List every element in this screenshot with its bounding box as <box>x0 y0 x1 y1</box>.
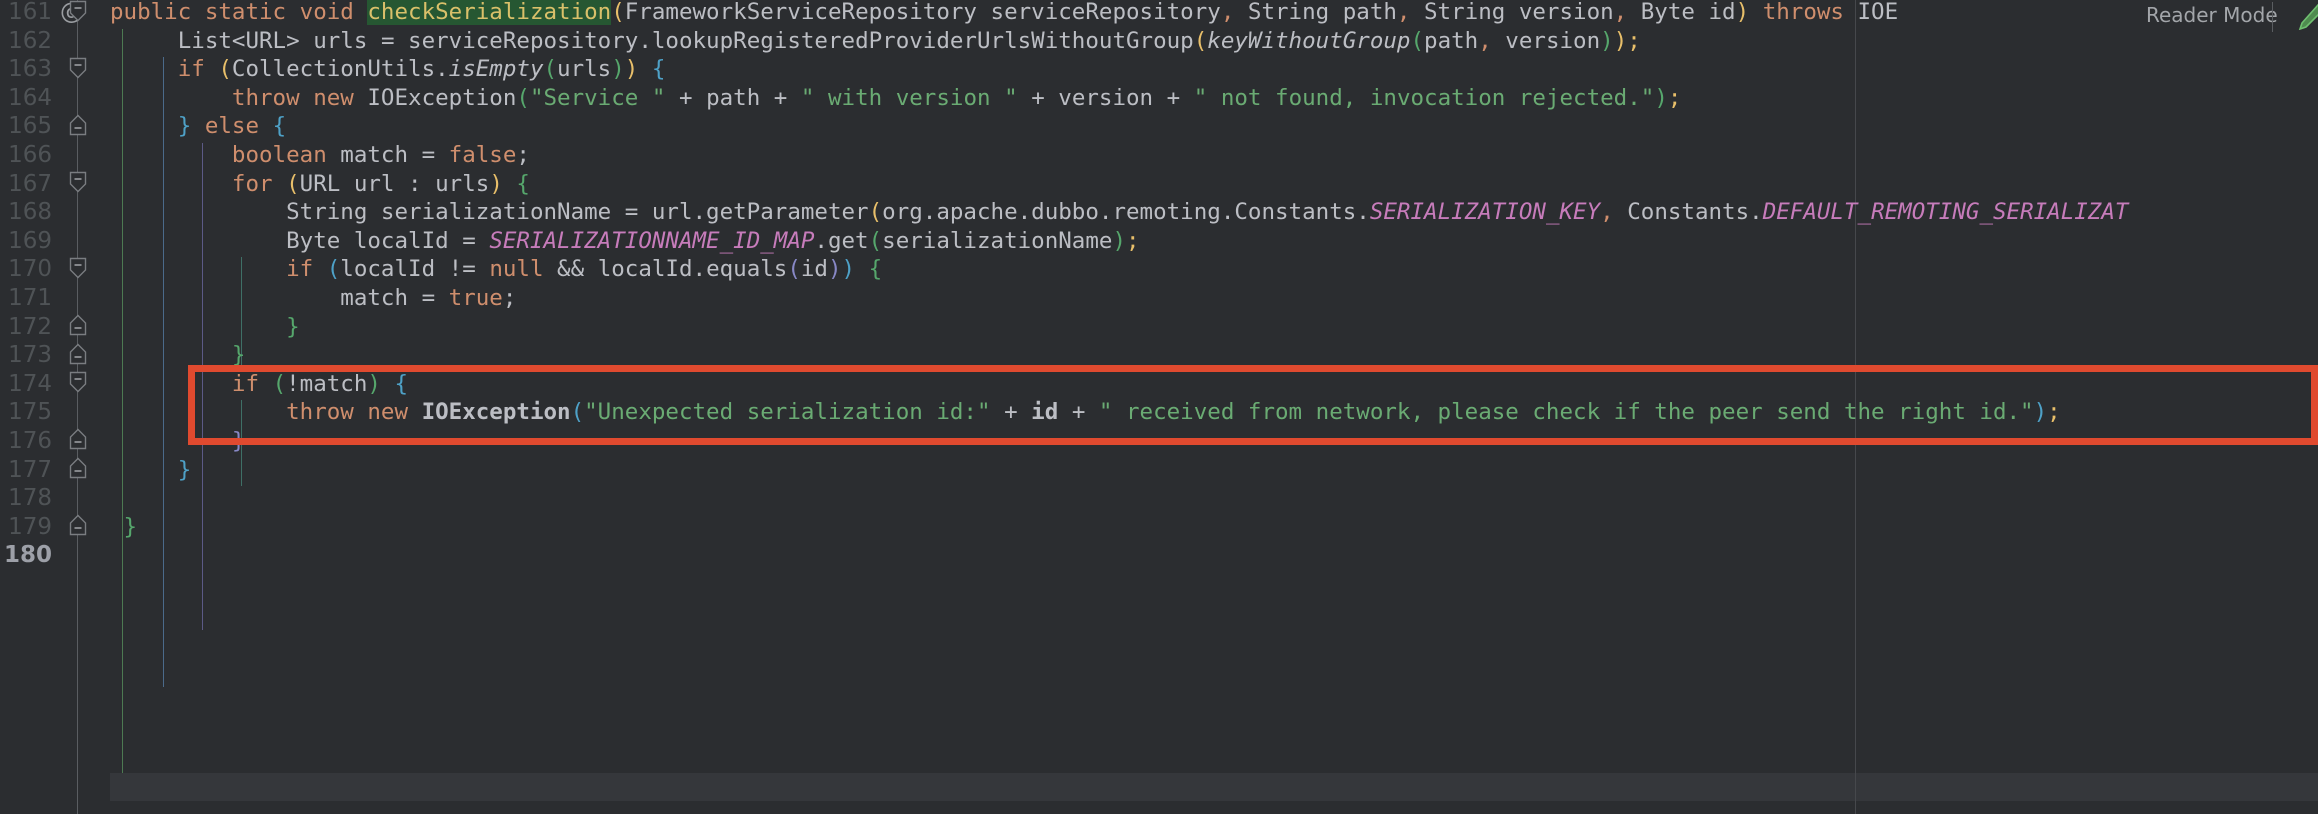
line-number-177: 177 <box>8 456 52 483</box>
line-number-175: 175 <box>8 399 52 426</box>
code-line-172[interactable]: } <box>0 313 2318 342</box>
code-line-177[interactable]: } <box>0 456 2318 485</box>
line-number-171: 171 <box>8 285 52 311</box>
line-number-161: 161 <box>8 0 52 25</box>
line-number-174: 174 <box>8 370 52 397</box>
reader-mode-label[interactable]: Reader Mode <box>2146 0 2278 30</box>
code-line-173[interactable]: } <box>0 341 2318 370</box>
line-number-170: 170 <box>8 256 52 283</box>
fold-marker-170[interactable] <box>69 257 87 279</box>
editor-gutter[interactable]: 161 162 163 164 165 166 167 168 169 170 … <box>0 0 110 814</box>
line-number-168: 168 <box>8 199 52 226</box>
fold-marker-165[interactable] <box>69 114 87 136</box>
code-line-179[interactable]: } <box>0 513 2318 542</box>
code-line-176[interactable]: } <box>0 427 2318 456</box>
line-number-180: 180 <box>3 542 52 569</box>
code-line-165[interactable]: } else { <box>0 112 2318 141</box>
fold-marker-172[interactable] <box>69 314 87 336</box>
fold-marker-176[interactable] <box>69 428 87 450</box>
code-line-167[interactable]: for (URL url : urls) { <box>0 170 2318 199</box>
fold-marker-161[interactable] <box>69 0 87 22</box>
code-line-174[interactable]: if (!match) { <box>0 370 2318 399</box>
fold-marker-167[interactable] <box>69 171 87 193</box>
line-number-179: 179 <box>8 513 52 540</box>
fold-marker-177[interactable] <box>69 457 87 479</box>
code-line-168[interactable]: String serializationName = url.getParame… <box>0 198 2318 227</box>
line-number-172: 172 <box>8 313 52 340</box>
line-number-165: 165 <box>8 113 52 140</box>
line-number-167: 167 <box>8 170 52 197</box>
pencil-icon[interactable] <box>2296 3 2318 34</box>
line-number-162: 162 <box>8 27 52 54</box>
line-number-178: 178 <box>8 485 52 512</box>
code-line-163[interactable]: if (CollectionUtils.isEmpty(urls)) { <box>0 55 2318 84</box>
code-line-161[interactable]: public static void checkSerialization(Fr… <box>0 0 2318 27</box>
code-line-180[interactable] <box>0 541 2318 570</box>
line-number-166: 166 <box>8 142 52 168</box>
toolbar-divider <box>2272 2 2273 32</box>
code-line-178[interactable] <box>0 484 2318 513</box>
line-number-164: 164 <box>8 84 52 111</box>
line-number-163: 163 <box>8 56 52 83</box>
highlighted-identifier[interactable]: checkSerialization <box>367 0 612 25</box>
fold-marker-163[interactable] <box>69 57 87 79</box>
code-content[interactable]: public static void checkSerialization(Fr… <box>0 0 2318 814</box>
code-line-171[interactable]: match = true; <box>0 284 2318 313</box>
code-line-164[interactable]: throw new IOException("Service " + path … <box>0 84 2318 113</box>
code-editor[interactable]: public static void checkSerialization(Fr… <box>0 0 2318 814</box>
line-number-176: 176 <box>8 428 52 454</box>
line-number-173: 173 <box>8 342 52 369</box>
code-line-166[interactable]: boolean match = false; <box>0 141 2318 170</box>
code-line-162[interactable]: List<URL> urls = serviceRepository.looku… <box>0 27 2318 56</box>
code-line-170[interactable]: if (localId != null && localId.equals(id… <box>0 255 2318 284</box>
fold-marker-174[interactable] <box>69 371 87 393</box>
code-line-169[interactable]: Byte localId = SERIALIZATIONNAME_ID_MAP.… <box>0 227 2318 256</box>
fold-marker-173[interactable] <box>69 343 87 365</box>
line-number-169: 169 <box>8 227 52 254</box>
fold-marker-179[interactable] <box>69 514 87 536</box>
code-line-175[interactable]: throw new IOException("Unexpected serial… <box>0 398 2318 427</box>
